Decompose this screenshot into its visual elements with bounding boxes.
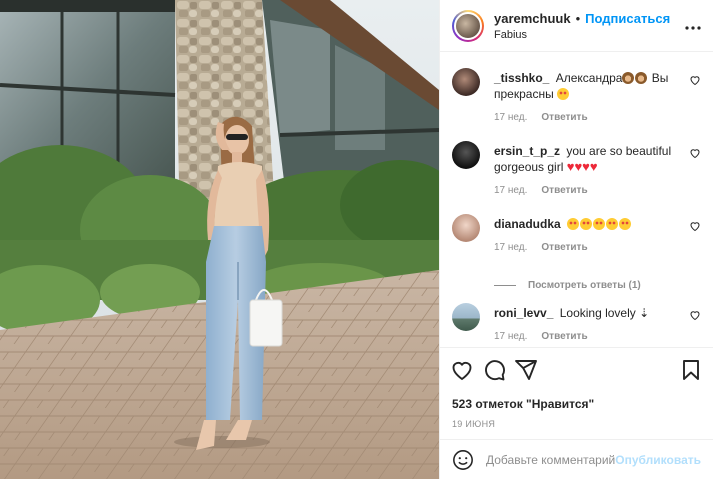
likes-count[interactable]: 523 отметок "Нравится" bbox=[440, 391, 713, 411]
red-heart-emoji-icon: ♥ bbox=[582, 159, 590, 174]
comment-time[interactable]: 17 нед. bbox=[494, 112, 527, 123]
comment-text: Looking lovely ⇣ bbox=[559, 306, 650, 320]
comment-time[interactable]: 17 нед. bbox=[494, 185, 527, 196]
publish-button[interactable]: Опубликовать bbox=[615, 453, 701, 467]
view-replies-button[interactable]: Посмотреть ответы (1) bbox=[494, 273, 701, 297]
heart-icon[interactable] bbox=[450, 358, 474, 382]
reply-button[interactable]: Ответить bbox=[541, 185, 587, 196]
separator-dot: • bbox=[575, 10, 581, 26]
share-icon[interactable] bbox=[514, 358, 538, 382]
see-no-evil-monkey-emoji-icon bbox=[635, 72, 648, 84]
post-side-panel: yaremchuuk • Подписаться Fabius _tisshko… bbox=[439, 0, 713, 479]
post-actions-bar bbox=[440, 347, 713, 391]
comment-username[interactable]: _tisshko_ bbox=[494, 71, 549, 85]
replies-divider bbox=[494, 284, 516, 286]
comment-input[interactable] bbox=[486, 452, 616, 467]
comment-text: Александра bbox=[555, 71, 623, 85]
star-struck-emoji-icon bbox=[593, 218, 606, 230]
see-no-evil-monkey-emoji-icon bbox=[622, 72, 635, 84]
follow-button[interactable]: Подписаться bbox=[585, 11, 670, 26]
author-avatar[interactable] bbox=[452, 9, 484, 42]
comments-list[interactable]: _tisshko_ Александра Вы прекрасны 17 нед… bbox=[440, 52, 713, 347]
comment-like-heart-icon[interactable] bbox=[689, 309, 701, 321]
reply-button[interactable]: Ответить bbox=[541, 112, 587, 123]
post-location[interactable]: Fabius bbox=[494, 29, 683, 41]
star-struck-emoji-icon bbox=[619, 218, 632, 230]
comment-item: dianadudka 17 нед. Ответить bbox=[452, 214, 701, 273]
star-struck-emoji-icon bbox=[557, 88, 570, 100]
comment-time[interactable]: 17 нед. bbox=[494, 242, 527, 253]
author-username[interactable]: yaremchuuk bbox=[494, 11, 571, 26]
emoji-picker-icon[interactable] bbox=[452, 449, 474, 471]
comment-username[interactable]: dianadudka bbox=[494, 217, 561, 231]
comment-icon[interactable] bbox=[482, 358, 506, 382]
comment-like-heart-icon[interactable] bbox=[689, 74, 701, 86]
reply-button[interactable]: Ответить bbox=[541, 242, 587, 253]
add-comment-bar: Опубликовать bbox=[440, 439, 713, 479]
comment-item: roni_levv_ Looking lovely ⇣ 17 нед. Отве… bbox=[452, 303, 701, 342]
post-header: yaremchuuk • Подписаться Fabius bbox=[440, 0, 713, 52]
comment-username[interactable]: ersin_t_p_z bbox=[494, 144, 560, 158]
comment-item: _tisshko_ Александра Вы прекрасны 17 нед… bbox=[452, 68, 701, 143]
more-options-icon[interactable] bbox=[683, 17, 703, 35]
instagram-post-modal: yaremchuuk • Подписаться Fabius _tisshko… bbox=[0, 0, 713, 479]
comment-like-heart-icon[interactable] bbox=[689, 220, 701, 232]
view-replies-label: Посмотреть ответы (1) bbox=[528, 279, 641, 291]
comment-avatar[interactable] bbox=[452, 141, 480, 169]
star-struck-emoji-icon bbox=[580, 218, 593, 230]
star-struck-emoji-icon bbox=[606, 218, 619, 230]
comment-username[interactable]: roni_levv_ bbox=[494, 306, 553, 320]
bookmark-icon[interactable] bbox=[679, 358, 703, 382]
comment-time[interactable]: 17 нед. bbox=[494, 331, 527, 342]
star-struck-emoji-icon bbox=[567, 218, 580, 230]
comment-item: ersin_t_p_z you are so beautiful gorgeou… bbox=[452, 141, 701, 216]
comment-avatar[interactable] bbox=[452, 303, 480, 331]
post-date[interactable]: 19 ИЮНЯ bbox=[440, 411, 713, 439]
comment-avatar[interactable] bbox=[452, 68, 480, 96]
red-heart-emoji-icon: ♥ bbox=[589, 159, 598, 174]
post-photo[interactable] bbox=[0, 0, 439, 479]
reply-button[interactable]: Ответить bbox=[541, 331, 587, 342]
author-info: yaremchuuk • Подписаться Fabius bbox=[494, 11, 683, 41]
red-heart-emoji-icon: ♥ bbox=[574, 159, 583, 174]
comment-avatar[interactable] bbox=[452, 214, 480, 242]
comment-like-heart-icon[interactable] bbox=[689, 147, 701, 159]
